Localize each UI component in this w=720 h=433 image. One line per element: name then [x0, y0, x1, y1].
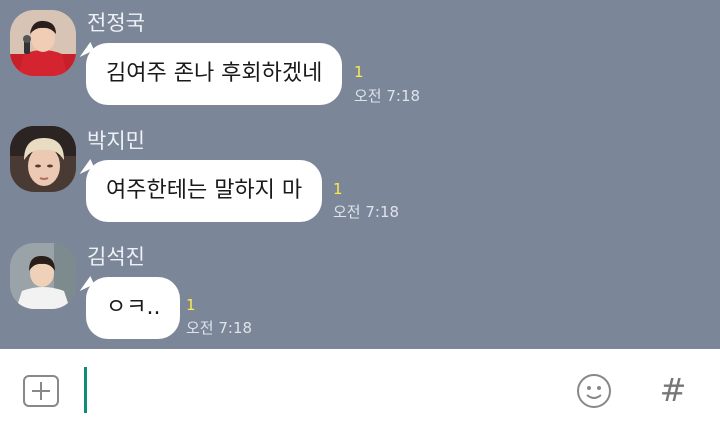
message-time: 오전 7:18: [186, 319, 253, 337]
smiley-icon[interactable]: [576, 373, 612, 409]
unread-count: 1: [333, 180, 343, 198]
chat-area[interactable]: 전정국 김여주 존나 후회하겠네 1 오전 7:18 박지민 여주한테는 말하지…: [0, 0, 720, 349]
sender-name: 전정국: [87, 11, 145, 35]
text-cursor: [84, 367, 87, 413]
message-time: 오전 7:18: [333, 203, 400, 221]
hash-button[interactable]: #: [656, 371, 690, 409]
plus-square-icon[interactable]: [23, 375, 59, 407]
message-input[interactable]: [90, 365, 554, 417]
message-bubble[interactable]: 김여주 존나 후회하겠네: [86, 43, 343, 105]
unread-count: 1: [354, 63, 364, 81]
sender-name: 김석진: [87, 245, 145, 269]
unread-count: 1: [186, 296, 196, 314]
message-bubble[interactable]: 여주한테는 말하지 마: [86, 160, 323, 222]
avatar[interactable]: [10, 243, 76, 309]
avatar[interactable]: [10, 10, 76, 76]
message-bubble[interactable]: ㅇㅋ..: [86, 277, 181, 339]
message-input-bar: #: [0, 349, 720, 433]
plus-icon-vertical: [40, 382, 42, 400]
message-time: 오전 7:18: [354, 87, 421, 105]
avatar[interactable]: [10, 126, 76, 192]
sender-name: 박지민: [87, 129, 145, 153]
